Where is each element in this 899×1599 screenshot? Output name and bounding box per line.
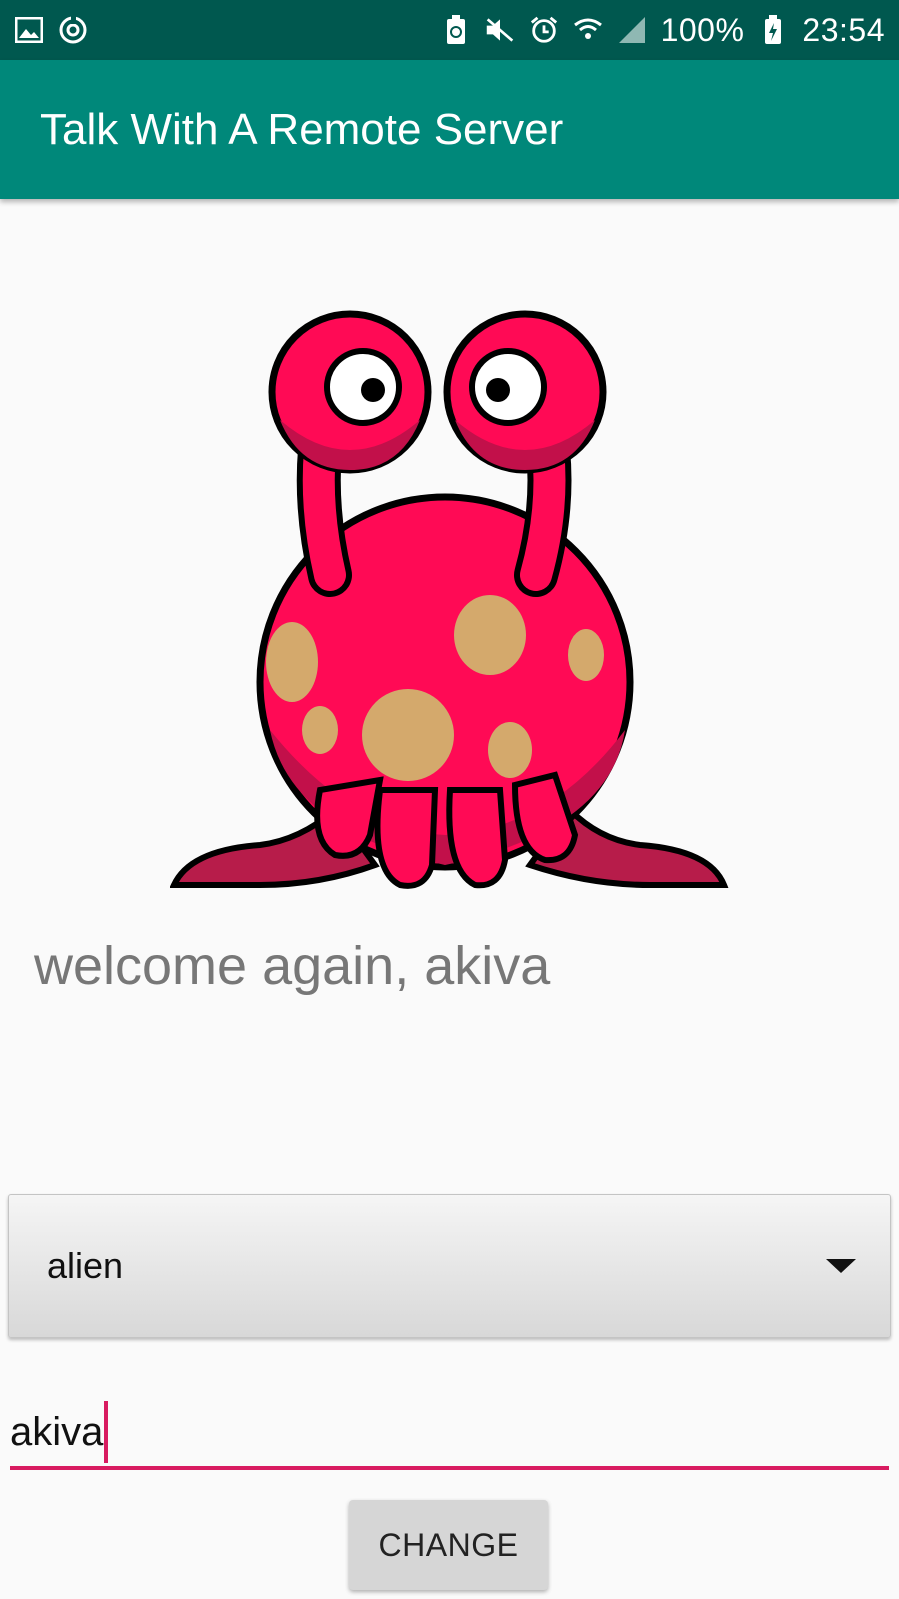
signal-icon: [617, 15, 647, 45]
change-button[interactable]: CHANGE: [349, 1500, 548, 1590]
text-cursor: [104, 1401, 109, 1463]
status-bar-left: [14, 15, 88, 45]
battery-charging-icon: [758, 15, 788, 45]
battery-percent: 100%: [660, 11, 745, 48]
name-input-value: akiva: [10, 1409, 104, 1454]
clock: 23:54: [802, 11, 885, 48]
spinner-selected-value: alien: [47, 1245, 124, 1286]
app-title: Talk With A Remote Server: [40, 104, 564, 154]
welcome-text: welcome again, akiva: [34, 936, 551, 996]
status-bar-right: 100% 23:54: [441, 12, 885, 49]
mute-icon: [485, 15, 515, 45]
alien-monster-image: [170, 310, 740, 910]
sync-icon: [58, 15, 88, 45]
alien-monster-illustration: [170, 310, 729, 889]
app-bar: Talk With A Remote Server: [0, 60, 899, 199]
status-bar: 100% 23:54: [0, 0, 899, 60]
character-spinner[interactable]: alien: [8, 1194, 891, 1338]
wifi-icon: [573, 15, 603, 45]
battery-saver-icon: [441, 15, 471, 45]
name-input[interactable]: akiva: [10, 1398, 889, 1470]
alarm-icon: [529, 15, 559, 45]
dropdown-arrow-icon: [826, 1259, 856, 1273]
image-icon: [14, 15, 44, 45]
